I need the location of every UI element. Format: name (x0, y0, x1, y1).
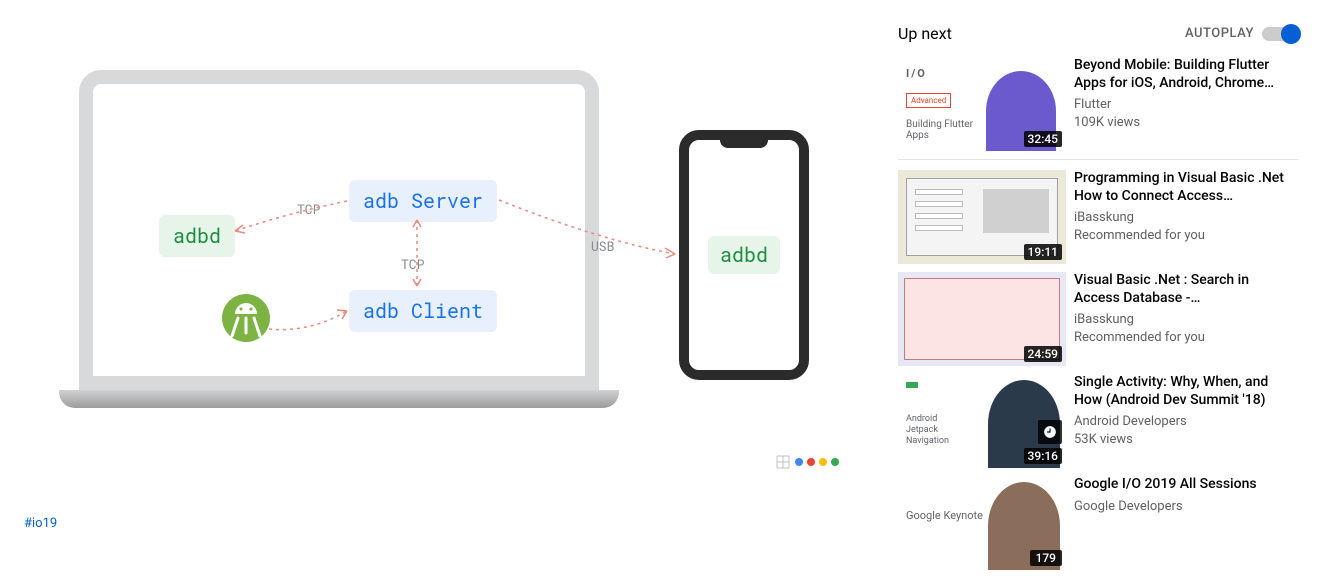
autoplay-toggle[interactable] (1262, 27, 1298, 41)
recommendation-meta: Recommended for you (1074, 227, 1298, 245)
recommendation-channel: Android Developers (1074, 413, 1298, 431)
android-studio-icon (221, 293, 271, 343)
phone-graphic: adbd (679, 130, 809, 380)
adb-client-box: adb Client (349, 290, 497, 332)
recommendation-title: Google I/O 2019 All Sessions (1074, 476, 1298, 494)
recommendation-meta: 53K views (1074, 431, 1298, 449)
usb-label: USB (591, 237, 614, 255)
recommendation-item[interactable]: I/O Advanced Building Flutter Apps 32:45… (898, 57, 1298, 151)
playlist-count-badge: 179 (1030, 550, 1062, 566)
video-thumbnail: 24:59 (898, 272, 1066, 366)
divider (898, 159, 1298, 160)
recommendation-channel: Google Developers (1074, 498, 1298, 516)
adb-server-box: adb Server (349, 180, 497, 222)
recommendation-item[interactable]: Google Keynote 179 Google I/O 2019 All S… (898, 476, 1298, 570)
tcp-label-1: TCP (297, 200, 320, 218)
duration-badge: 24:59 (1024, 346, 1062, 362)
sidebar: Up next AUTOPLAY I/O Advanced Building F… (898, 0, 1298, 578)
recommendation-meta: 109K views (1074, 114, 1298, 132)
tcp-label-2: TCP (401, 255, 424, 273)
video-thumbnail: I/O Advanced Building Flutter Apps 32:45 (898, 57, 1066, 151)
recommendation-title: Programming in Visual Basic .Net How to … (1074, 170, 1298, 205)
up-next-heading: Up next (898, 24, 952, 43)
adbd-phone-box: adbd (708, 236, 780, 274)
video-thumbnail: Android Jetpack Navigation 39:16 (898, 374, 1066, 468)
recommendation-channel: iBasskung (1074, 209, 1298, 227)
duration-badge: 32:45 (1024, 131, 1062, 147)
recommendation-item[interactable]: Android Jetpack Navigation 39:16 Single … (898, 374, 1298, 468)
recommendation-item[interactable]: 19:11 Programming in Visual Basic .Net H… (898, 170, 1298, 264)
duration-badge: 19:11 (1024, 244, 1062, 260)
video-thumbnail: 19:11 (898, 170, 1066, 264)
recommendation-meta: Recommended for you (1074, 329, 1298, 347)
watch-later-icon[interactable] (1038, 420, 1062, 444)
video-thumbnail: Google Keynote 179 (898, 476, 1066, 570)
video-frame: adbd adbd adb Server adb Client TCP TCP … (29, 15, 869, 485)
io-watermark (775, 454, 839, 470)
recommendation-item[interactable]: 24:59 Visual Basic .Net : Search in Acce… (898, 272, 1298, 366)
recommendation-title: Single Activity: Why, When, and How (And… (1074, 374, 1298, 409)
recommendation-channel: iBasskung (1074, 311, 1298, 329)
video-player[interactable]: adbd adbd adb Server adb Client TCP TCP … (24, 0, 874, 500)
hashtag-link[interactable]: #io19 (24, 516, 57, 531)
recommendation-title: Beyond Mobile: Building Flutter Apps for… (1074, 57, 1298, 92)
recommendation-channel: Flutter (1074, 96, 1298, 114)
recommendation-title: Visual Basic .Net : Search in Access Dat… (1074, 272, 1298, 307)
adbd-emulator-box: adbd (159, 215, 235, 257)
duration-badge: 39:16 (1024, 448, 1062, 464)
autoplay-label: AUTOPLAY (1185, 26, 1254, 41)
